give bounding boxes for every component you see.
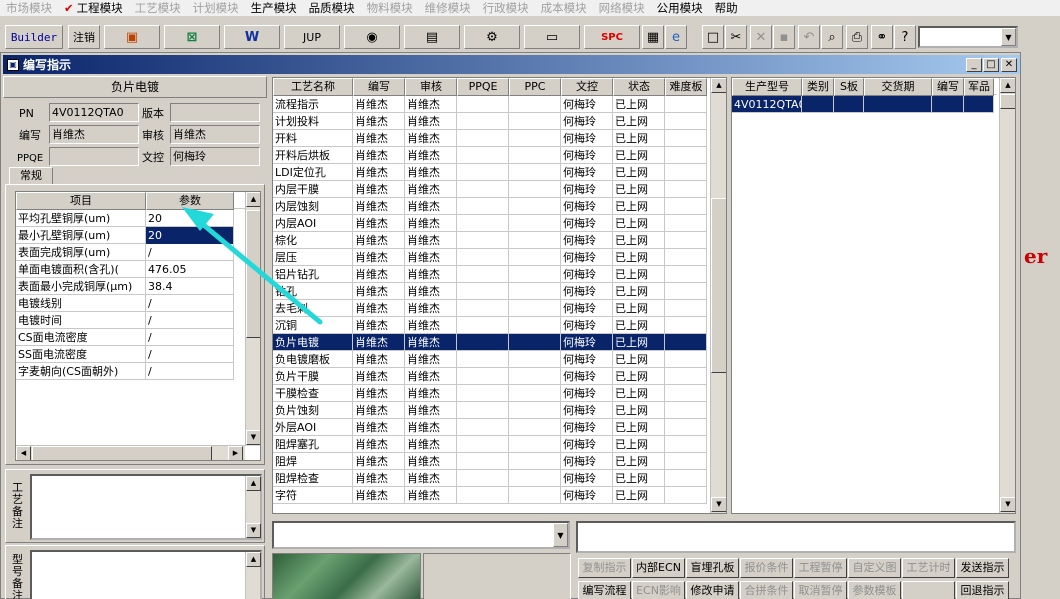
annotation-arrow	[182, 207, 323, 325]
